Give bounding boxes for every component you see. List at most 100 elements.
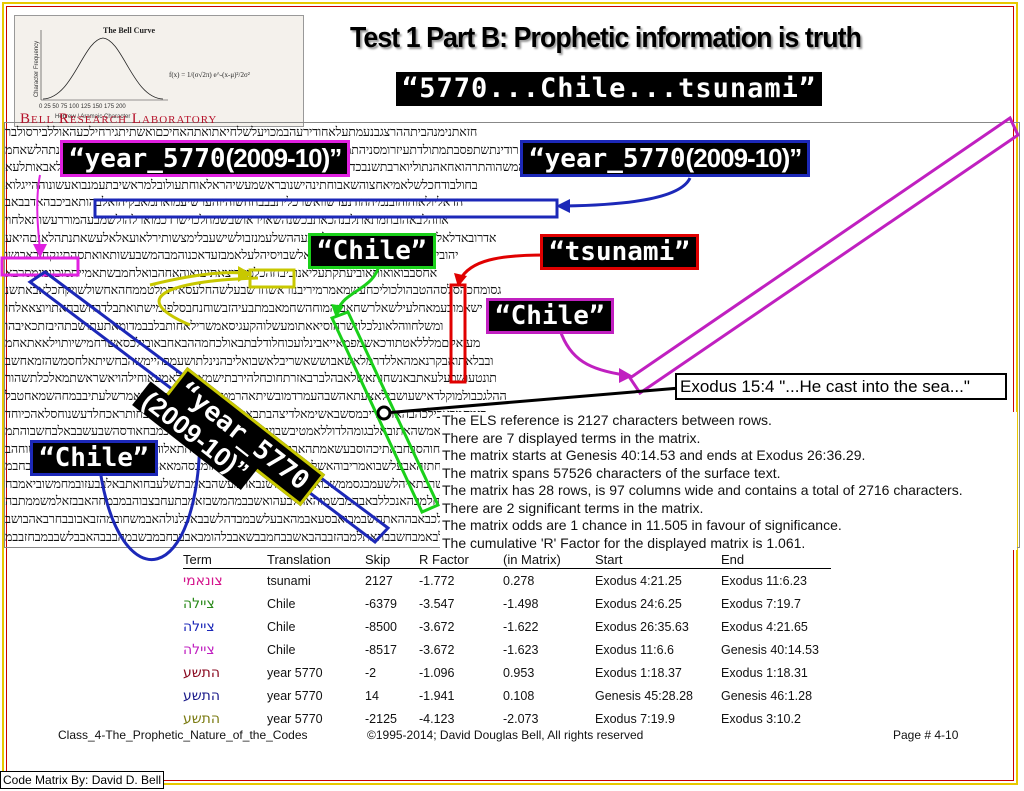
col-start: Start [595, 551, 721, 569]
cell-term: ציילה [183, 618, 215, 635]
cell-r: -3.547 [419, 596, 455, 611]
tsunami-label: “tsunami” [540, 234, 699, 270]
matrix-row: אוזהלבאהובחמתאתלבנהכאתבכשנהשאויראושבשמחל… [5, 211, 449, 227]
cell-translation: year 5770 [267, 688, 323, 703]
cell-end: Exodus 7:19.7 [721, 596, 801, 611]
cell-term: התשע [183, 687, 221, 704]
cell-term: התשע [183, 710, 221, 727]
cell-translation: Chile [267, 642, 296, 657]
chile-label-right: “Chile” [486, 298, 614, 334]
table-row: ציילה Chile -8517 -3.672 -1.623 Exodus 11:6.6… [183, 638, 831, 661]
matrix-row: יהובירישאכלונבארפמחכדחרותוןאלשבויסיהלעלא… [5, 247, 459, 263]
cell-in-matrix: 0.278 [503, 573, 535, 588]
matrix-info-panel: The ELS reference is 2127 characters bet… [440, 412, 1017, 551]
cell-term: צונאמי [183, 572, 223, 589]
cell-start: Exodus 7:19.9 [595, 711, 675, 726]
cell-in-matrix: -2.073 [503, 711, 539, 726]
cell-r: -4.123 [419, 711, 455, 726]
cell-start: Exodus 1:18.37 [595, 665, 682, 680]
table-row: התשע year 5770 -2125 -4.123 -2.073 Exodus 7:1… [183, 707, 831, 730]
cell-skip: 2127 [365, 573, 393, 588]
logo-chart-title: The Bell Curve [103, 26, 155, 35]
footer-page: Page # 4-10 [893, 728, 959, 742]
col-term: Term [183, 551, 267, 569]
year-label-left-paren: (2009-10)” [225, 143, 343, 173]
table-row: ציילה Chile -8500 -3.672 -1.622 Exodus 26:35.… [183, 615, 831, 638]
matrix-row: אחסבבואואותאוביעתקתעליאנוכיבחהכלמצריצאתי… [5, 264, 437, 280]
info-line: The matrix has 28 rows, is 97 columns wi… [442, 482, 963, 498]
matrix-row: הדאליולאוהוהובנמיההודנעדשוואשרכליתבבבחחש… [5, 194, 463, 210]
cell-translation: Chile [267, 596, 296, 611]
table-row: צונאמי tsunami 2127 -1.772 0.278 Exodus 4:21.… [183, 569, 831, 593]
col-skip: Skip [365, 551, 419, 569]
terms-table: Term Translation Skip R Factor (in Matri… [183, 551, 831, 730]
cell-start: Exodus 24:6.25 [595, 596, 682, 611]
cell-start: Exodus 26:35.63 [595, 619, 689, 634]
info-line: The matrix spans 57526 characters of the… [442, 464, 781, 481]
year-label-left: “year_5770(2009-10)” [60, 140, 351, 177]
matrix-row: בחולבודחכלשלאמיאחצוהשאבוחתינהישנובראשמעש… [5, 176, 478, 192]
cell-in-matrix: 0.953 [503, 665, 535, 680]
cell-skip: -8517 [365, 642, 397, 657]
cell-end: Genesis 40:14.53 [721, 642, 819, 657]
year-label-right-text: “year_5770 [529, 144, 686, 174]
cell-start: Exodus 11:6.6 [595, 642, 674, 657]
table-row: התשע year 5770 14 -1.941 0.108 Genesis 45:28.… [183, 684, 831, 707]
cell-end: Exodus 11:6.23 [721, 573, 807, 588]
exodus-reference: Exodus 15:4 "...He cast into the sea..." [675, 373, 1007, 400]
col-in-matrix: (in Matrix) [503, 551, 595, 569]
footer-copyright: ©1995-2014; David Douglas Bell, All righ… [367, 728, 644, 742]
cell-in-matrix: -1.623 [503, 642, 539, 657]
chile-label-left: “Chile” [30, 440, 158, 476]
cell-skip: -2 [365, 665, 377, 680]
matrix-row: אדרובאדלאלאנישתהבאתרואמרמאבלשבעההשלעמנזב… [5, 229, 497, 245]
info-line: The matrix starts at Genesis 40:14.53 an… [442, 447, 866, 463]
cell-end: Genesis 46:1.28 [721, 688, 813, 703]
cell-end: Exodus 3:10.2 [721, 711, 801, 726]
cell-term: התשע [183, 664, 221, 681]
page-title: Test 1 Part B: Prophetic information is … [350, 22, 862, 54]
table-row: ציילה Chile -6379 -3.547 -1.498 Exodus 24:6.2… [183, 592, 831, 615]
logo-y-label: Character Frequency [34, 40, 41, 98]
info-line: The matrix odds are 1 chance in 11.505 i… [442, 517, 842, 533]
info-line: There are 7 displayed terms in the matri… [442, 429, 701, 446]
info-line: There are 2 significant terms in the mat… [442, 499, 704, 516]
cell-term: ציילה [183, 595, 215, 612]
matrix-row: גסומחכהסלסההטבהולכוליכחעשמאמרמיריבנוראשח… [5, 282, 502, 298]
cell-r: -1.096 [419, 665, 455, 680]
col-r-factor: R Factor [419, 551, 503, 569]
footer-course: Class_4-The_Prophetic_Nature_of_the_Code… [58, 728, 308, 742]
cell-r: -3.672 [419, 642, 455, 657]
cell-end: Exodus 4:21.65 [721, 619, 808, 634]
info-line: The ELS reference is 2127 characters bet… [442, 412, 772, 428]
logo-formula: f(x) = 1/(σ√2π) e^-(x-μ)²/2σ² [169, 71, 250, 79]
cell-r: -1.941 [419, 688, 455, 703]
year-label-right-paren: (2009-10)” [685, 143, 803, 173]
matrix-credit: Code Matrix By: David D. Bell [0, 771, 165, 789]
cell-translation: Chile [267, 619, 296, 634]
col-translation: Translation [267, 551, 365, 569]
col-end: End [721, 551, 831, 569]
year-label-left-text: “year_5770 [69, 144, 226, 174]
lab-name: Bell Research Laboratory [20, 111, 218, 127]
cell-skip: 14 [365, 688, 379, 703]
cell-start: Exodus 4:21.25 [595, 573, 682, 588]
cell-r: -1.772 [419, 573, 455, 588]
table-header-row: Term Translation Skip R Factor (in Matri… [183, 551, 831, 569]
year-label-right: “year_5770(2009-10)” [520, 140, 811, 177]
cell-start: Genesis 45:28.28 [595, 688, 693, 703]
cell-term: ציילה [183, 641, 215, 658]
logo-x-ticks: 0 25 50 75 100 125 150 175 200 [39, 104, 126, 110]
cell-end: Exodus 1:18.31 [721, 665, 808, 680]
cell-skip: -2125 [365, 711, 397, 726]
cell-in-matrix: -1.498 [503, 596, 539, 611]
cell-in-matrix: -1.622 [503, 619, 539, 634]
cell-translation: tsunami [267, 573, 311, 588]
cell-in-matrix: 0.108 [503, 688, 535, 703]
info-line: The cumulative 'R' Factor for the displa… [442, 534, 806, 551]
cell-translation: year 5770 [267, 711, 323, 726]
cell-skip: -8500 [365, 619, 397, 634]
cell-translation: year 5770 [267, 665, 323, 680]
cell-r: -3.672 [419, 619, 455, 634]
page-subtitle: “5770...Chile...tsunami” [396, 72, 823, 106]
